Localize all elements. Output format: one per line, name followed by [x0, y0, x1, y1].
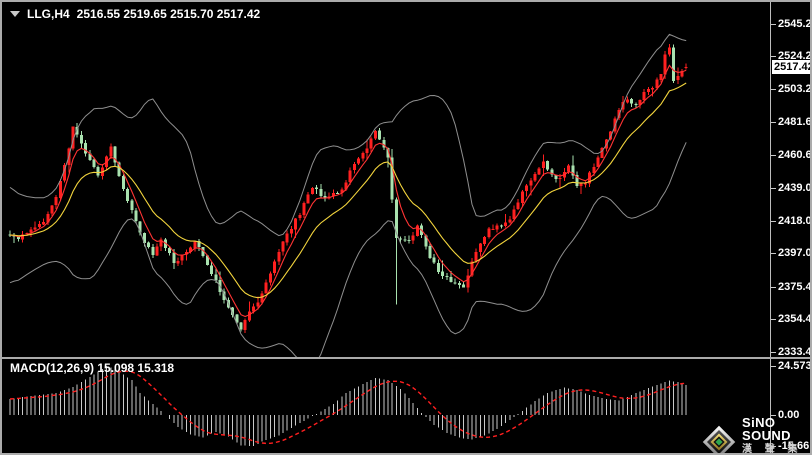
price-axis-label: 2545.20: [778, 18, 812, 30]
price-axis-label: 2354.40: [778, 313, 812, 325]
price-axis-line: [770, 2, 771, 453]
price-chart-canvas[interactable]: [2, 2, 812, 455]
price-axis-label: 2503.20: [778, 83, 812, 95]
macd-axis-label: 24.573: [778, 360, 812, 372]
symbol-timeframe-label: LLG,H4: [27, 7, 70, 21]
price-axis-label: 2418.00: [778, 215, 812, 227]
sino-sound-logo: SiNO SOUND 漢 聲 集 團: [702, 416, 810, 455]
price-axis-tick: [771, 155, 776, 156]
price-axis-tick: [771, 221, 776, 222]
sino-sound-diamond-icon: [702, 425, 736, 455]
price-axis-tick: [771, 122, 776, 123]
macd-indicator-label: MACD(12,26,9) 15.098 15.318: [10, 361, 174, 375]
price-axis-tick: [771, 319, 776, 320]
price-axis-tick: [771, 253, 776, 254]
price-axis-label: 2397.00: [778, 247, 812, 259]
logo-subtitle: 漢 聲 集 團: [742, 444, 810, 455]
symbol-title: LLG,H4 2516.55 2519.65 2515.70 2517.42: [10, 7, 260, 21]
price-axis-tick: [771, 56, 776, 57]
macd-axis-tick: [771, 366, 776, 367]
price-axis-label: 2481.60: [778, 116, 812, 128]
price-axis-label: 2460.60: [778, 149, 812, 161]
ohlc-quote-label: 2516.55 2519.65 2515.70 2517.42: [77, 7, 261, 21]
chevron-down-icon: [10, 11, 20, 17]
current-price-tag: 2517.42: [772, 60, 812, 74]
price-axis-tick: [771, 188, 776, 189]
price-axis-label: 2333.40: [778, 346, 812, 358]
price-axis-label: 2375.40: [778, 281, 812, 293]
price-axis-tick: [771, 287, 776, 288]
price-axis-tick: [771, 352, 776, 353]
price-axis-tick: [771, 24, 776, 25]
price-axis-tick: [771, 89, 776, 90]
logo-title: SiNO SOUND: [742, 416, 810, 442]
panel-separator[interactable]: [2, 357, 810, 359]
price-axis-label: 2439.00: [778, 182, 812, 194]
chart-window: LLG,H4 2516.55 2519.65 2515.70 2517.42 M…: [0, 0, 812, 455]
